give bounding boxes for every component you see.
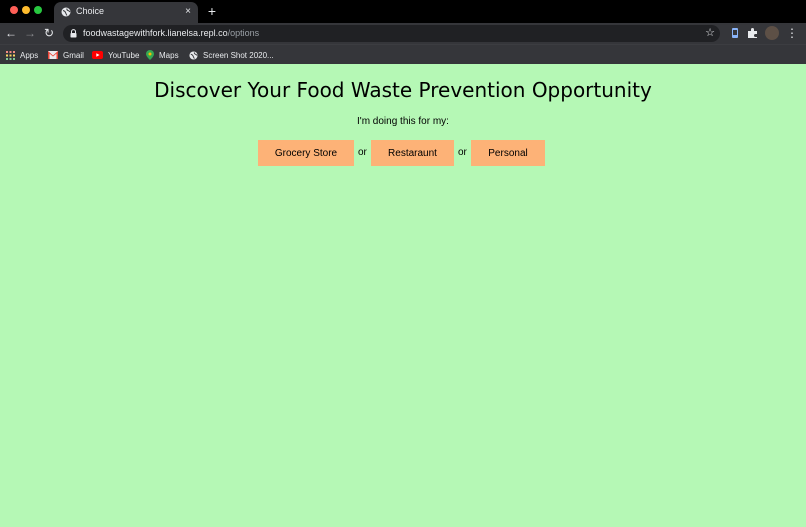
url-host: foodwastagewithfork.lianelsa.repl.co — [83, 28, 228, 38]
tab-choice[interactable]: Choice × — [54, 2, 198, 23]
bookmark-apps[interactable]: Apps — [6, 48, 38, 62]
puzzle-extensions-icon[interactable] — [746, 26, 760, 40]
bookmark-gmail[interactable]: Gmail — [48, 48, 84, 62]
choice-prompt: I'm doing this for my: — [357, 116, 449, 127]
grocery-store-button[interactable]: Grocery Store — [258, 140, 354, 166]
bookmark-label: Maps — [159, 50, 179, 60]
back-arrow-icon[interactable]: ← — [3, 25, 19, 41]
page-content: Discover Your Food Waste Prevention Oppo… — [0, 64, 806, 527]
personal-button[interactable]: Personal — [471, 140, 545, 166]
lock-icon — [70, 29, 77, 38]
or-separator: or — [458, 147, 467, 158]
bookmark-star-icon[interactable]: ☆ — [705, 26, 715, 40]
close-tab-icon[interactable]: × — [182, 5, 194, 19]
youtube-icon — [92, 51, 103, 59]
profile-avatar[interactable] — [765, 26, 779, 40]
globe-icon — [61, 7, 71, 17]
url-path: /options — [227, 28, 260, 38]
bookmark-label: YouTube — [108, 50, 140, 60]
maximize-window-button[interactable] — [34, 6, 42, 14]
bookmark-youtube[interactable]: YouTube — [92, 48, 139, 62]
close-window-button[interactable] — [10, 6, 18, 14]
bookmark-label: Gmail — [63, 50, 84, 60]
minimize-window-button[interactable] — [22, 6, 30, 14]
bookmark-label: Apps — [20, 50, 39, 60]
or-separator: or — [358, 147, 367, 158]
maps-pin-icon — [146, 50, 154, 60]
browser-toolbar: ← → ↻ foodwastagewithfork.lianelsa.repl.… — [0, 23, 806, 44]
restaurant-button[interactable]: Restaraunt — [371, 140, 454, 166]
address-bar[interactable]: foodwastagewithfork.lianelsa.repl.co/opt… — [63, 25, 720, 42]
extension-cup-icon[interactable] — [728, 26, 742, 40]
kebab-menu-icon[interactable]: ⋮ — [786, 26, 798, 40]
bookmark-maps[interactable]: Maps — [146, 48, 179, 62]
new-tab-icon[interactable]: + — [205, 3, 219, 19]
browser-chrome: Choice × + ← → ↻ foodwastagewithfork.lia… — [0, 0, 806, 64]
forward-arrow-icon[interactable]: → — [22, 25, 38, 41]
bookmark-screen-shot[interactable]: Screen Shot 2020... — [189, 48, 274, 62]
url-text[interactable]: foodwastagewithfork.lianelsa.repl.co/opt… — [83, 28, 259, 38]
tab-strip: Choice × + — [0, 0, 806, 23]
apps-grid-icon — [6, 50, 15, 60]
bookmark-label: Screen Shot 2020... — [203, 50, 274, 60]
reload-icon[interactable]: ↻ — [41, 25, 57, 41]
tab-title: Choice — [76, 6, 105, 16]
gmail-icon — [48, 51, 58, 59]
page-title: Discover Your Food Waste Prevention Oppo… — [154, 78, 652, 102]
globe-icon — [189, 50, 198, 60]
bookmarks-bar: Apps Gmail YouTube Maps Screen Shot 2020… — [0, 44, 806, 64]
